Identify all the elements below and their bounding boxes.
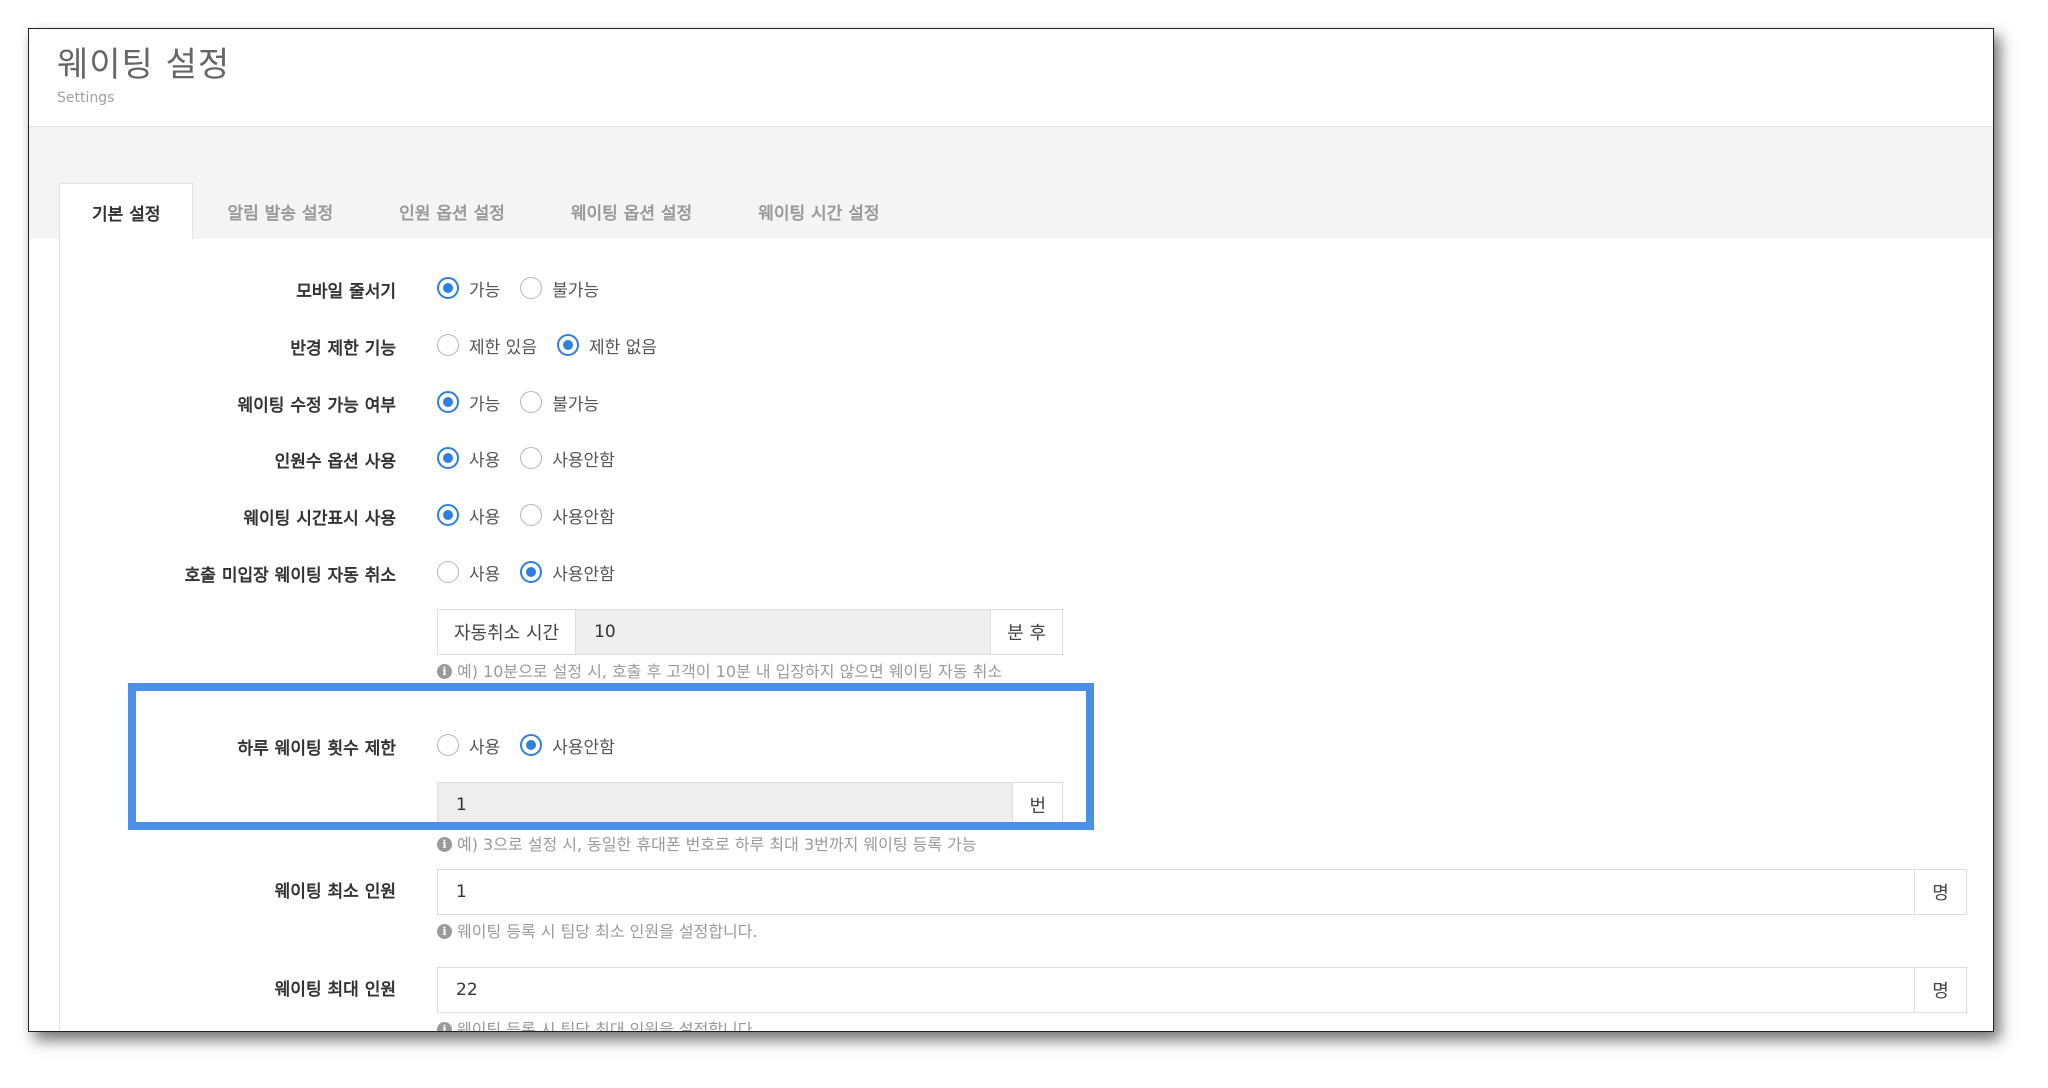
setting-label: 호출 미입장 웨이팅 자동 취소 bbox=[184, 566, 396, 586]
page-subtitle: Settings bbox=[57, 90, 115, 106]
radio-unchecked-icon bbox=[437, 561, 459, 583]
tab-basic-settings[interactable]: 기본 설정 bbox=[59, 183, 194, 240]
radio-party-option-on[interactable]: 사용 bbox=[437, 446, 500, 471]
settings-form: 모바일 줄서기 가능 불가능 반경 제한 기능 제한 있음 제한 없음 웨이팅 … bbox=[59, 239, 1993, 1031]
radio-waiting-edit-off[interactable]: 불가능 bbox=[520, 390, 599, 415]
setting-label: 모바일 줄서기 bbox=[296, 282, 396, 302]
tab-notification-settings[interactable]: 알림 발송 설정 bbox=[195, 183, 365, 239]
setting-label: 웨이팅 최대 인원 bbox=[274, 980, 396, 1000]
radio-unchecked-icon bbox=[520, 447, 543, 469]
setting-label: 웨이팅 시간표시 사용 bbox=[243, 509, 396, 529]
info-icon: i bbox=[437, 924, 452, 939]
tab-waiting-time-settings[interactable]: 웨이팅 시간 설정 bbox=[726, 183, 911, 239]
highlight-box bbox=[128, 683, 1094, 830]
radio-radius-limit-on[interactable]: 제한 있음 bbox=[437, 333, 537, 358]
setting-label: 웨이팅 최소 인원 bbox=[274, 882, 396, 902]
radio-checked-icon bbox=[437, 504, 459, 526]
radio-unchecked-icon bbox=[520, 391, 543, 413]
page-header: 웨이팅 설정 Settings bbox=[29, 29, 1993, 127]
radio-auto-cancel-off[interactable]: 사용안함 bbox=[520, 560, 615, 585]
info-icon: i bbox=[437, 837, 452, 852]
radio-checked-icon bbox=[556, 334, 579, 356]
radio-checked-icon bbox=[520, 561, 543, 583]
radio-unchecked-icon bbox=[520, 504, 543, 526]
setting-label: 인원수 옵션 사용 bbox=[274, 452, 396, 472]
max-party-suffix: 명 bbox=[1914, 968, 1966, 1012]
radio-unchecked-icon bbox=[520, 277, 543, 299]
min-party-help: i 웨이팅 등록 시 팀당 최소 인원을 설정합니다. bbox=[437, 921, 1967, 943]
radio-mobile-queue-on[interactable]: 가능 bbox=[437, 276, 500, 301]
setting-label: 웨이팅 수정 가능 여부 bbox=[237, 396, 396, 416]
radio-radius-limit-off[interactable]: 제한 없음 bbox=[556, 333, 657, 358]
radio-auto-cancel-on[interactable]: 사용 bbox=[437, 560, 500, 585]
radio-checked-icon bbox=[437, 391, 459, 413]
auto-cancel-suffix: 분 후 bbox=[990, 610, 1062, 654]
page-title: 웨이팅 설정 bbox=[57, 45, 231, 85]
auto-cancel-help: i 예) 10분으로 설정 시, 호출 후 고객이 10분 내 입장하지 않으면… bbox=[437, 661, 1063, 683]
tab-bar: 기본 설정 알림 발송 설정 인원 옵션 설정 웨이팅 옵션 설정 웨이팅 시간… bbox=[29, 127, 1993, 240]
min-party-suffix: 명 bbox=[1914, 870, 1966, 914]
radio-checked-icon bbox=[437, 277, 459, 299]
radio-mobile-queue-off[interactable]: 불가능 bbox=[520, 276, 599, 301]
daily-limit-help: i 예) 3으로 설정 시, 동일한 휴대폰 번호로 하루 최대 3번까지 웨이… bbox=[437, 834, 1063, 856]
tab-waiting-option-settings[interactable]: 웨이팅 옵션 설정 bbox=[539, 183, 724, 239]
tab-party-option-settings[interactable]: 인원 옵션 설정 bbox=[367, 183, 537, 239]
radio-checked-icon bbox=[437, 447, 459, 469]
radio-party-option-off[interactable]: 사용안함 bbox=[520, 446, 615, 471]
settings-window: 웨이팅 설정 Settings 기본 설정 알림 발송 설정 인원 옵션 설정 … bbox=[28, 28, 1994, 1032]
info-icon: i bbox=[437, 1022, 452, 1031]
auto-cancel-prefix: 자동취소 시간 bbox=[438, 610, 577, 654]
setting-label: 반경 제한 기능 bbox=[290, 339, 396, 359]
info-icon: i bbox=[437, 664, 452, 679]
auto-cancel-time-input[interactable] bbox=[576, 610, 991, 654]
max-party-help: i 웨이팅 등록 시 팀당 최대 인원을 설정합니다. bbox=[437, 1019, 1967, 1031]
radio-time-display-off[interactable]: 사용안함 bbox=[520, 503, 615, 528]
radio-waiting-edit-on[interactable]: 가능 bbox=[437, 390, 500, 415]
min-party-input[interactable] bbox=[438, 870, 1914, 914]
max-party-input[interactable] bbox=[438, 968, 1914, 1012]
radio-time-display-on[interactable]: 사용 bbox=[437, 503, 500, 528]
radio-unchecked-icon bbox=[437, 334, 459, 356]
